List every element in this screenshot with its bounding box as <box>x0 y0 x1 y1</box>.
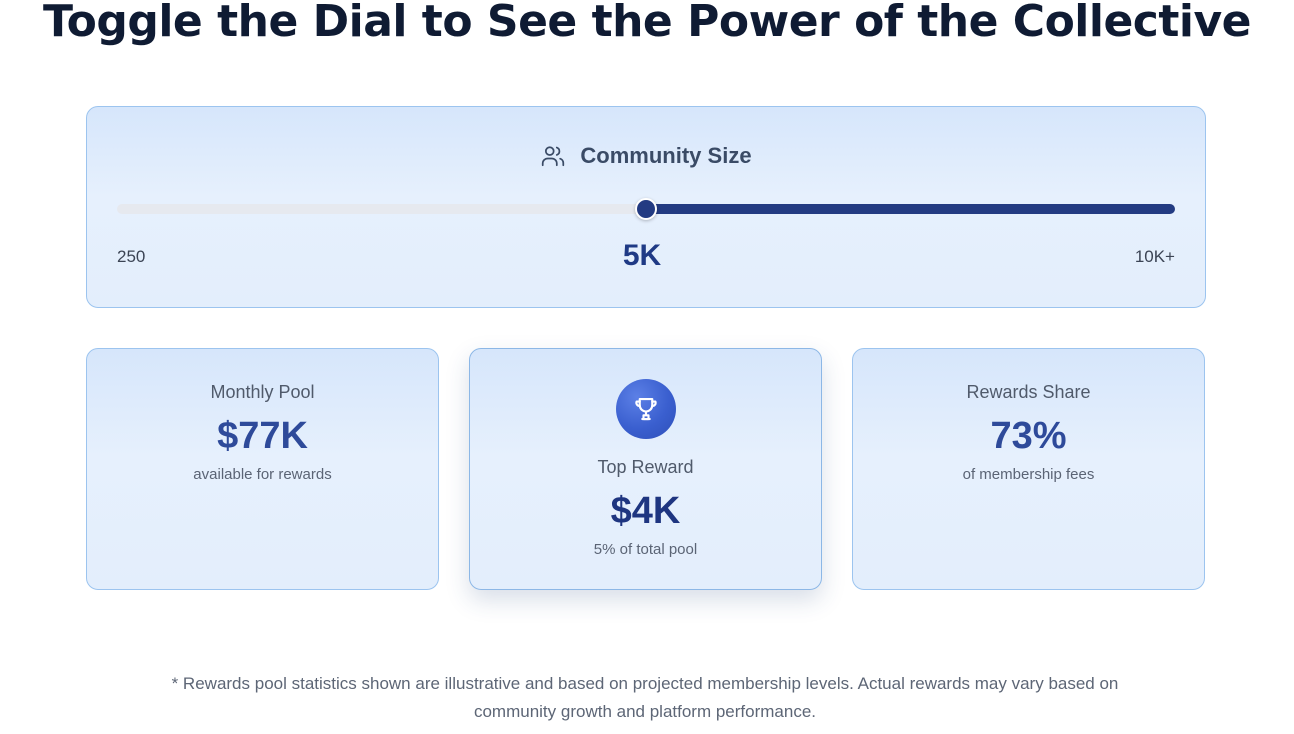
slider-max-label: 10K+ <box>1134 247 1175 266</box>
community-size-panel: Community Size 250 5K 10K+ <box>86 106 1206 308</box>
top-reward-card: Top Reward $4K 5% of total pool <box>469 348 822 590</box>
trophy-icon <box>615 379 676 439</box>
slider-fill <box>646 204 1175 214</box>
community-size-slider[interactable] <box>117 198 1175 220</box>
monthly-pool-card: Monthly Pool $77K available for rewards <box>86 348 439 590</box>
top-reward-label: Top Reward <box>597 457 694 477</box>
rewards-share-label: Rewards Share <box>966 382 1091 402</box>
rewards-share-card: Rewards Share 73% of membership fees <box>852 348 1205 590</box>
slider-header: Community Size <box>87 143 1205 169</box>
monthly-pool-value: $77K <box>217 415 308 457</box>
users-icon <box>540 143 566 169</box>
top-reward-caption: 5% of total pool <box>593 541 698 558</box>
disclaimer-footnote: * Rewards pool statistics shown are illu… <box>171 674 1119 721</box>
rewards-share-caption: of membership fees <box>962 466 1095 483</box>
slider-title: Community Size <box>580 143 752 168</box>
slider-value: 5K <box>622 239 662 272</box>
slider-thumb[interactable] <box>635 198 657 220</box>
monthly-pool-caption: available for rewards <box>193 466 332 483</box>
top-reward-value: $4K <box>610 490 681 532</box>
monthly-pool-label: Monthly Pool <box>210 382 315 402</box>
page-title: Toggle the Dial to See the Power of the … <box>42 0 1252 47</box>
rewards-calculator-page: Toggle the Dial to See the Power of the … <box>0 0 1294 734</box>
rewards-share-value: 73% <box>990 415 1067 457</box>
